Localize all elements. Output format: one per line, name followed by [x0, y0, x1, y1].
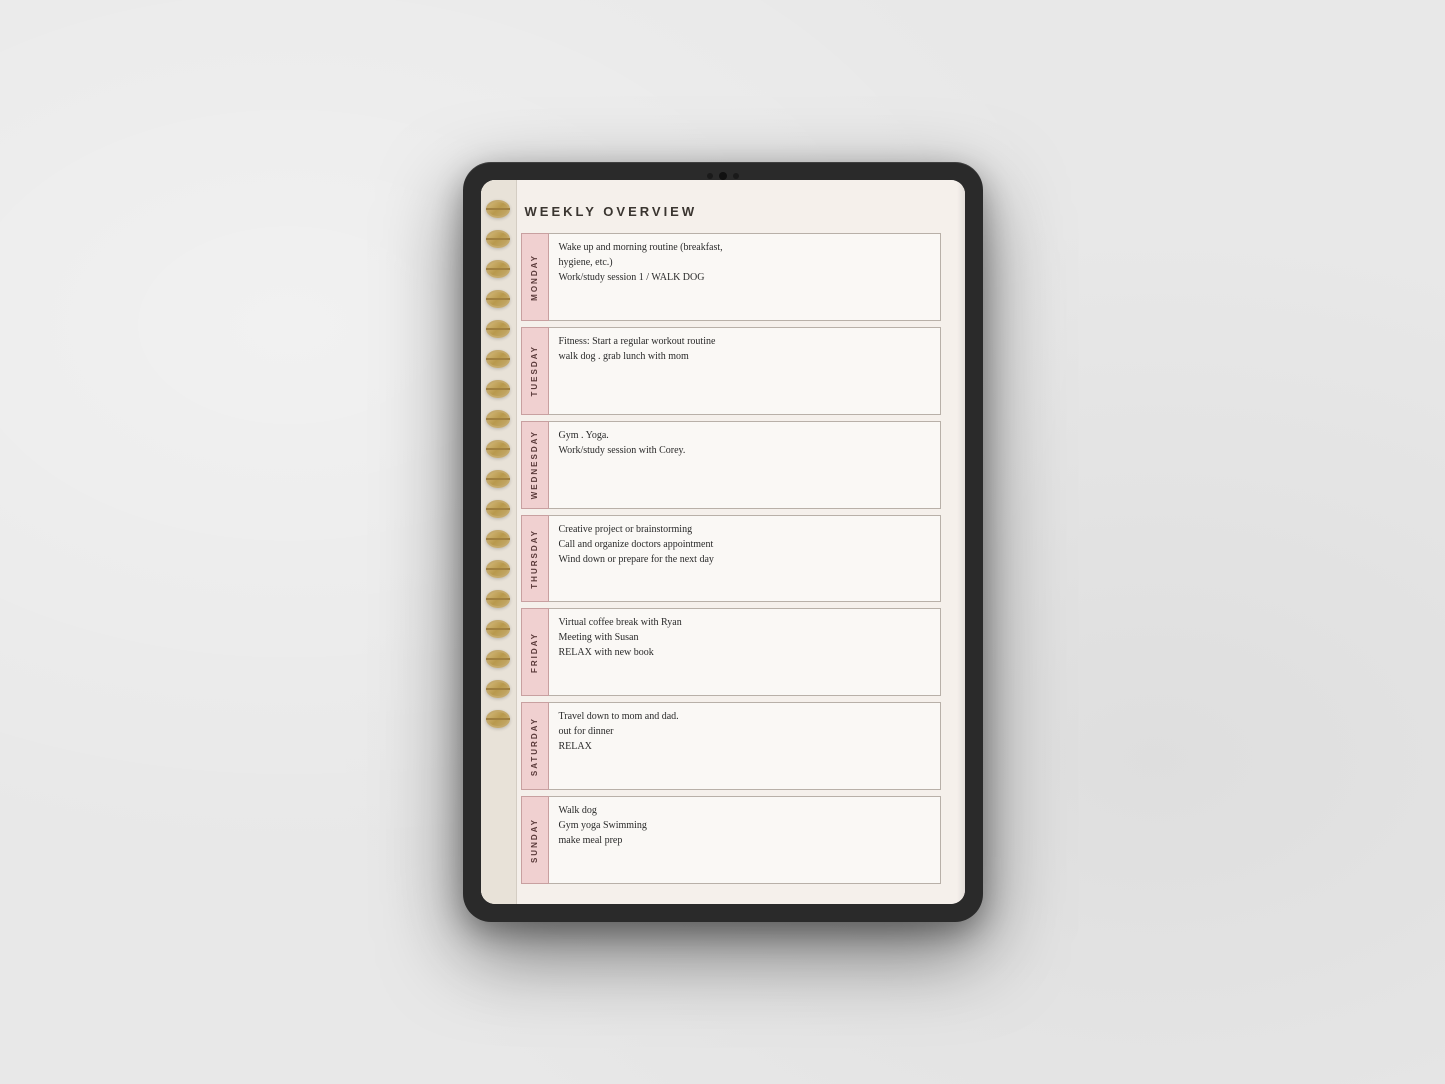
day-text-monday: Wake up and morning routine (breakfast, …: [559, 240, 723, 285]
spiral-coil: [486, 650, 510, 668]
day-label-container-saturday: SATURDAY: [521, 702, 549, 790]
day-label-monday: MONDAY: [530, 254, 539, 301]
day-text-wednesday: Gym . Yoga. Work/study session with Core…: [559, 428, 686, 458]
day-row-monday: MONDAY Wake up and morning routine (break…: [521, 233, 941, 321]
day-label-sunday: SUNDAY: [530, 818, 539, 863]
spiral-coil: [486, 350, 510, 368]
day-label-friday: FRIDAY: [530, 632, 539, 673]
spiral-coil: [486, 230, 510, 248]
day-label-container-wednesday: WEDNESDAY: [521, 421, 549, 509]
day-label-container-friday: FRIDAY: [521, 608, 549, 696]
spiral-coil: [486, 320, 510, 338]
spiral-coil: [486, 500, 510, 518]
day-text-friday: Virtual coffee break with Ryan Meeting w…: [559, 615, 682, 660]
spiral-coil: [486, 410, 510, 428]
page-title: WEEKLY OVERVIEW: [521, 204, 941, 219]
day-label-tuesday: TUESDAY: [530, 345, 539, 397]
day-content-wednesday[interactable]: Gym . Yoga. Work/study session with Core…: [549, 421, 941, 509]
day-content-monday[interactable]: Wake up and morning routine (breakfast, …: [549, 233, 941, 321]
spiral-coil: [486, 710, 510, 728]
planner-page: WEEKLY OVERVIEW MONDAY Wake up and mornin…: [481, 180, 965, 904]
day-label-wednesday: WEDNESDAY: [530, 430, 539, 499]
spiral-coil: [486, 590, 510, 608]
content-area: WEEKLY OVERVIEW MONDAY Wake up and mornin…: [521, 204, 941, 884]
day-label-container-thursday: THURSDAY: [521, 515, 549, 603]
day-row-thursday: THURSDAY Creative project or brainstormin…: [521, 515, 941, 603]
spiral-binding: [481, 180, 517, 904]
day-text-saturday: Travel down to mom and dad. out for dinn…: [559, 709, 679, 754]
day-text-thursday: Creative project or brainstorming Call a…: [559, 522, 714, 567]
spiral-coil: [486, 260, 510, 278]
camera-dot-right: [733, 173, 739, 179]
camera-dot-left: [707, 173, 713, 179]
day-row-saturday: SATURDAY Travel down to mom and dad. out …: [521, 702, 941, 790]
day-content-sunday[interactable]: Walk dog Gym yoga Swimming make meal pre…: [549, 796, 941, 884]
days-container: MONDAY Wake up and morning routine (break…: [521, 233, 941, 884]
day-label-container-sunday: SUNDAY: [521, 796, 549, 884]
spiral-coil: [486, 290, 510, 308]
day-label-container-tuesday: TUESDAY: [521, 327, 549, 415]
day-label-container-monday: MONDAY: [521, 233, 549, 321]
spiral-coil: [486, 200, 510, 218]
day-row-wednesday: WEDNESDAY Gym . Yoga. Work/study session …: [521, 421, 941, 509]
spiral-coil: [486, 680, 510, 698]
tablet-screen: WEEKLY OVERVIEW MONDAY Wake up and mornin…: [481, 180, 965, 904]
tablet-camera: [707, 172, 739, 180]
spiral-coil: [486, 530, 510, 548]
spiral-coil: [486, 440, 510, 458]
day-row-friday: FRIDAY Virtual coffee break with Ryan Mee…: [521, 608, 941, 696]
camera-lens: [719, 172, 727, 180]
day-content-friday[interactable]: Virtual coffee break with Ryan Meeting w…: [549, 608, 941, 696]
spiral-coil: [486, 380, 510, 398]
day-content-thursday[interactable]: Creative project or brainstorming Call a…: [549, 515, 941, 603]
day-label-saturday: SATURDAY: [530, 717, 539, 776]
day-text-tuesday: Fitness: Start a regular workout routine…: [559, 334, 716, 364]
day-content-tuesday[interactable]: Fitness: Start a regular workout routine…: [549, 327, 941, 415]
spiral-coil: [486, 470, 510, 488]
day-text-sunday: Walk dog Gym yoga Swimming make meal pre…: [559, 803, 647, 848]
spiral-coil: [486, 620, 510, 638]
day-content-saturday[interactable]: Travel down to mom and dad. out for dinn…: [549, 702, 941, 790]
spiral-coil: [486, 560, 510, 578]
day-label-thursday: THURSDAY: [530, 529, 539, 589]
day-row-sunday: SUNDAY Walk dog Gym yoga Swimming make me…: [521, 796, 941, 884]
tablet-device: WEEKLY OVERVIEW MONDAY Wake up and mornin…: [463, 162, 983, 922]
day-row-tuesday: TUESDAY Fitness: Start a regular workout …: [521, 327, 941, 415]
